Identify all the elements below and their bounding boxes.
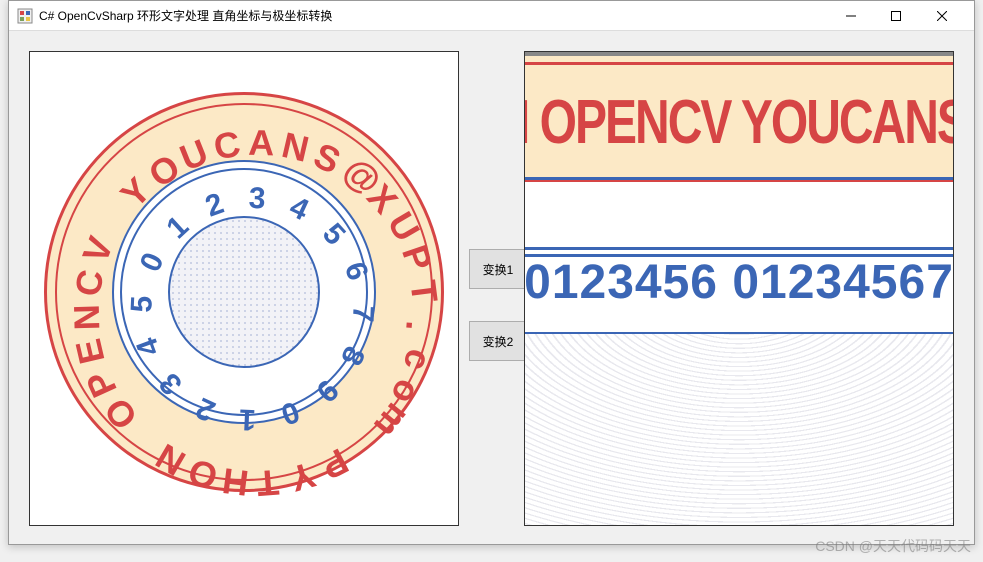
result-image-panel: m PYTHON OPENCV YOUCANS@XUPT.co 90123456… <box>524 51 954 526</box>
seal-image: YOUCANS@XUPT.com PYTHON OPENCV 012345678… <box>30 52 458 525</box>
main-window: C# OpenCvSharp 环形文字处理 直角坐标与极坐标转换 YOUCANS… <box>8 0 975 545</box>
unwrapped-outer-text: m PYTHON OPENCV YOUCANS@XUPT.co <box>525 77 953 168</box>
seal-inner-text: 0123456789012345 <box>44 92 444 492</box>
maximize-button[interactable] <box>873 1 918 30</box>
transform2-button[interactable]: 变换2 <box>469 321 527 361</box>
app-icon <box>17 8 33 24</box>
close-button[interactable] <box>918 1 966 30</box>
source-image-panel: YOUCANS@XUPT.com PYTHON OPENCV 012345678… <box>29 51 459 526</box>
window-title: C# OpenCvSharp 环形文字处理 直角坐标与极坐标转换 <box>39 7 828 24</box>
unwrapped-inner-text: 90123456 012345678 <box>525 247 953 317</box>
unwrapped-image: m PYTHON OPENCV YOUCANS@XUPT.co 90123456… <box>525 52 953 525</box>
watermark: CSDN @天天代码码天天 <box>815 536 971 556</box>
client-area: YOUCANS@XUPT.com PYTHON OPENCV 012345678… <box>9 31 974 544</box>
transform1-button[interactable]: 变换1 <box>469 249 527 289</box>
titlebar[interactable]: C# OpenCvSharp 环形文字处理 直角坐标与极坐标转换 <box>9 1 974 31</box>
window-controls <box>828 1 966 30</box>
minimize-button[interactable] <box>828 1 873 30</box>
